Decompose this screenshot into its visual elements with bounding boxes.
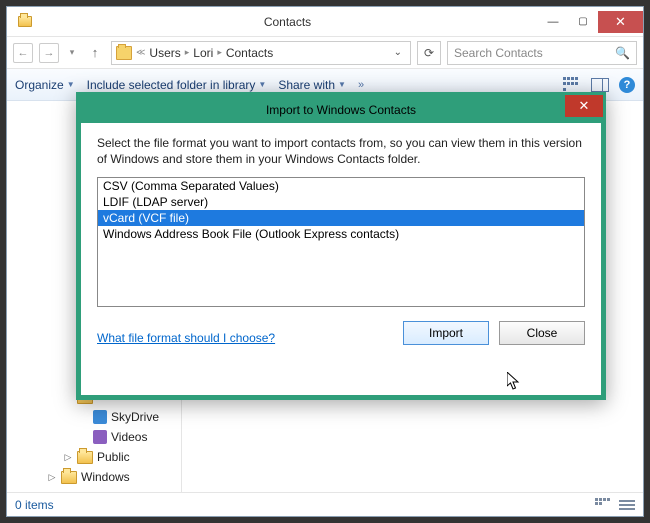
organize-menu[interactable]: Organize ▼ <box>15 78 75 92</box>
up-button[interactable]: ↑ <box>85 43 105 63</box>
forward-button[interactable]: → <box>39 43 59 63</box>
breadcrumb-sep: ▸ <box>183 47 192 58</box>
details-view-button[interactable] <box>595 498 611 512</box>
breadcrumb[interactable]: Contacts <box>226 46 273 60</box>
help-link[interactable]: What file format should I choose? <box>97 331 275 345</box>
close-window-button[interactable]: ✕ <box>598 11 643 33</box>
tree-label: Public <box>97 450 130 464</box>
format-option[interactable]: LDIF (LDAP server) <box>98 194 584 210</box>
dialog-close-button[interactable]: ✕ <box>565 95 603 117</box>
nav-toolbar: ← → ▾ ↑ ≪ Users ▸ Lori ▸ Contacts ⌄ ⟳ Se… <box>7 37 643 69</box>
help-button[interactable]: ? <box>619 77 635 93</box>
import-dialog: Import to Windows Contacts ✕ Select the … <box>76 92 606 400</box>
tree-label: SkyDrive <box>111 410 159 424</box>
search-icon: 🔍 <box>615 46 630 60</box>
share-with-menu[interactable]: Share with ▼ <box>278 78 346 92</box>
twisty-icon[interactable]: ▷ <box>47 472 57 483</box>
dialog-titlebar[interactable]: Import to Windows Contacts ✕ <box>81 97 601 123</box>
format-option[interactable]: vCard (VCF file) <box>98 210 584 226</box>
videos-icon <box>93 430 107 444</box>
history-dropdown[interactable]: ▾ <box>65 43 79 63</box>
close-button[interactable]: Close <box>499 321 585 345</box>
status-bar: 0 items <box>7 492 643 516</box>
window-title: Contacts <box>37 15 538 29</box>
maximize-button[interactable]: ▢ <box>568 11 598 33</box>
breadcrumb-sep: ▸ <box>215 47 224 58</box>
search-placeholder: Search Contacts <box>454 46 543 60</box>
tree-label: Windows <box>81 470 130 484</box>
search-input[interactable]: Search Contacts 🔍 <box>447 41 637 65</box>
item-count: 0 items <box>15 498 54 512</box>
tree-item[interactable]: ▷ Windows <box>11 467 177 487</box>
folder-icon <box>77 451 93 464</box>
skydrive-icon <box>93 410 107 424</box>
back-button[interactable]: ← <box>13 43 33 63</box>
breadcrumb-sep: ≪ <box>134 47 147 58</box>
more-commands[interactable]: » <box>358 79 364 91</box>
folder-icon <box>61 471 77 484</box>
address-dropdown[interactable]: ⌄ <box>390 47 406 58</box>
twisty-icon[interactable]: ▷ <box>63 452 73 463</box>
format-option[interactable]: CSV (Comma Separated Values) <box>98 178 584 194</box>
address-bar[interactable]: ≪ Users ▸ Lori ▸ Contacts ⌄ <box>111 41 411 65</box>
format-option[interactable]: Windows Address Book File (Outlook Expre… <box>98 226 584 242</box>
cursor-icon <box>507 372 523 397</box>
tree-item[interactable]: ▷ Public <box>11 447 177 467</box>
location-folder-icon <box>116 46 132 60</box>
dialog-instruction: Select the file format you want to impor… <box>97 135 585 167</box>
tree-item[interactable]: Videos <box>11 427 177 447</box>
include-library-menu[interactable]: Include selected folder in library ▼ <box>87 78 267 92</box>
folder-app-icon <box>13 11 37 33</box>
format-listbox[interactable]: CSV (Comma Separated Values)LDIF (LDAP s… <box>97 177 585 307</box>
minimize-button[interactable]: — <box>538 11 568 33</box>
list-view-button[interactable] <box>619 498 635 512</box>
tree-item[interactable]: SkyDrive <box>11 407 177 427</box>
titlebar: Contacts — ▢ ✕ <box>7 7 643 37</box>
tree-label: Videos <box>111 430 147 444</box>
refresh-button[interactable]: ⟳ <box>417 41 441 65</box>
breadcrumb[interactable]: Users <box>149 46 180 60</box>
dialog-title: Import to Windows Contacts <box>266 103 416 117</box>
breadcrumb[interactable]: Lori <box>193 46 213 60</box>
view-options-button[interactable] <box>563 77 581 93</box>
import-button[interactable]: Import <box>403 321 489 345</box>
preview-pane-button[interactable] <box>591 78 609 92</box>
